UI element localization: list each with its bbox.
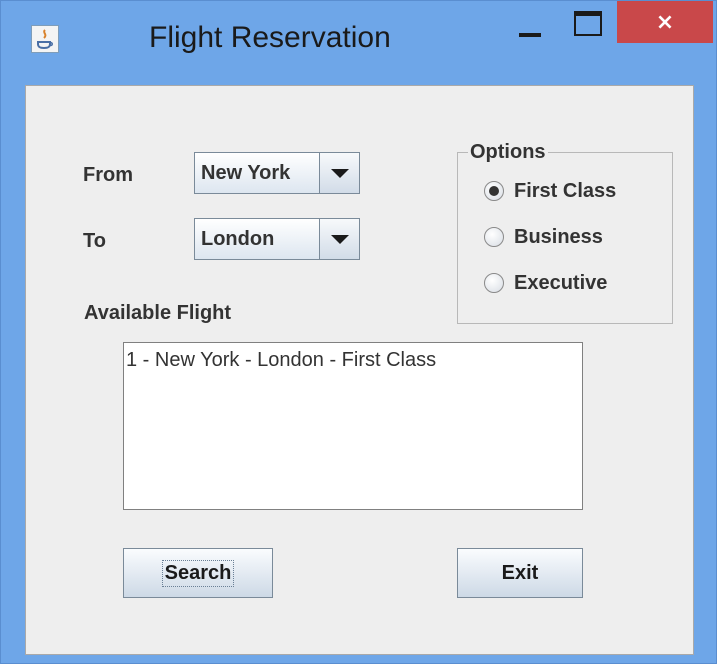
radio-unchecked-icon[interactable] bbox=[484, 273, 504, 293]
chevron-down-icon[interactable] bbox=[319, 153, 359, 193]
from-combobox[interactable]: New York bbox=[194, 152, 360, 194]
radio-label: Business bbox=[514, 225, 603, 248]
flight-list[interactable]: 1 - New York - London - First Class bbox=[123, 342, 583, 510]
close-icon: × bbox=[655, 9, 675, 35]
window-title: Flight Reservation bbox=[149, 21, 391, 54]
chevron-down-icon[interactable] bbox=[319, 219, 359, 259]
radio-business[interactable]: Business bbox=[484, 223, 603, 251]
radio-checked-icon[interactable] bbox=[484, 181, 504, 201]
radio-first-class[interactable]: First Class bbox=[484, 177, 616, 205]
content-panel: From New York To London Options First Cl… bbox=[25, 85, 694, 655]
close-button[interactable]: × bbox=[617, 1, 713, 43]
available-flight-label: Available Flight bbox=[84, 302, 232, 324]
exit-button-label: Exit bbox=[501, 561, 539, 584]
radio-executive[interactable]: Executive bbox=[484, 269, 607, 297]
java-app-icon[interactable] bbox=[31, 25, 59, 53]
maximize-button[interactable] bbox=[571, 11, 603, 41]
app-window: Flight Reservation × From New York To Lo… bbox=[0, 0, 717, 664]
to-combobox-value: London bbox=[201, 228, 275, 250]
search-button[interactable]: Search bbox=[123, 548, 273, 598]
from-label: From bbox=[83, 164, 133, 186]
to-combobox[interactable]: London bbox=[194, 218, 360, 260]
to-label: To bbox=[83, 230, 106, 252]
exit-button[interactable]: Exit bbox=[457, 548, 583, 598]
radio-unchecked-icon[interactable] bbox=[484, 227, 504, 247]
from-combobox-value: New York bbox=[201, 162, 291, 184]
minimize-button[interactable] bbox=[516, 19, 552, 49]
options-group: Options First Class Business Executive bbox=[457, 141, 673, 324]
search-button-label: Search bbox=[161, 559, 235, 587]
title-bar[interactable]: Flight Reservation × bbox=[1, 1, 716, 85]
radio-label: Executive bbox=[514, 271, 608, 294]
options-title: Options bbox=[468, 141, 548, 164]
list-item[interactable]: 1 - New York - London - First Class bbox=[126, 349, 436, 372]
radio-label: First Class bbox=[514, 179, 617, 202]
